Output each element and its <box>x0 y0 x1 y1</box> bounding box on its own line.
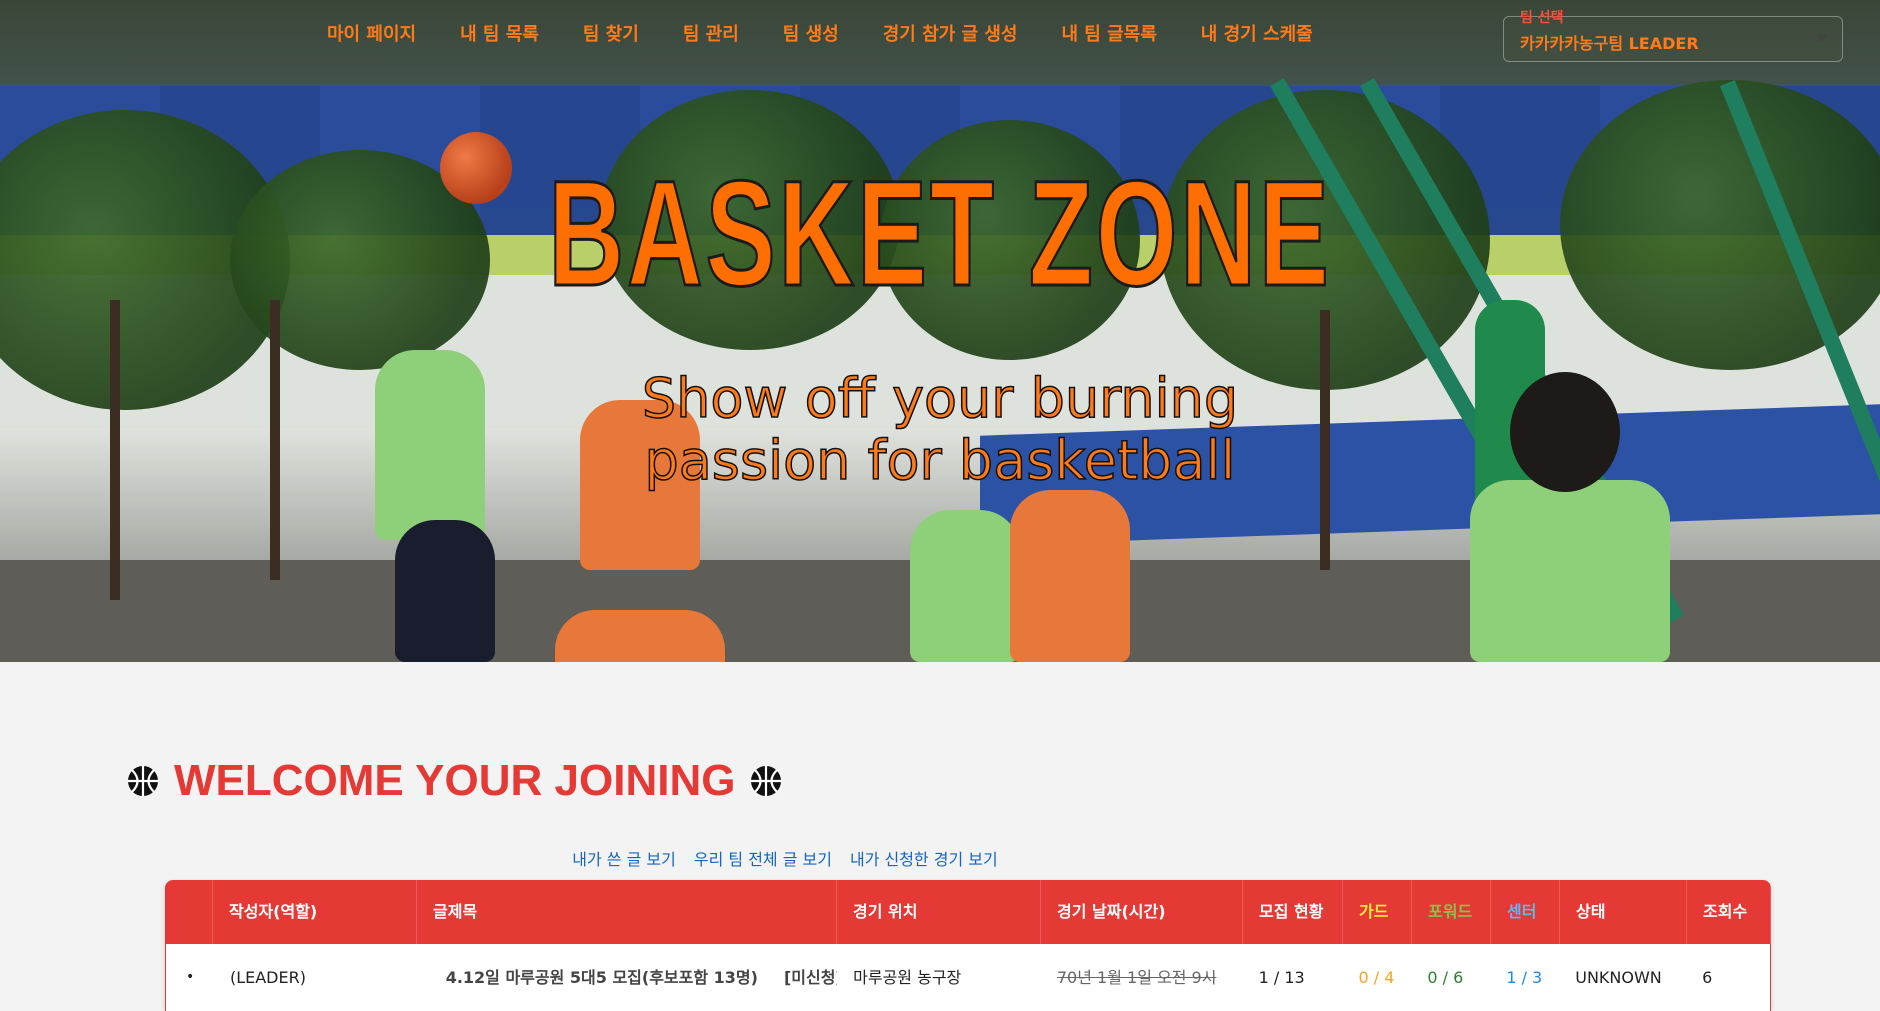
basketball-icon <box>751 766 782 796</box>
player-orange <box>555 610 725 662</box>
table-header-guard: 가드 <box>1343 880 1412 944</box>
hero-subtitle-line2: passion for basketball <box>644 429 1237 493</box>
player-green <box>910 510 1020 662</box>
row-location: 마루공원 농구장 <box>853 968 962 987</box>
nav-my-page[interactable]: 마이 페이지 <box>305 20 438 50</box>
row-title-cell[interactable]: 4.12일 마루공원 5대5 모집(후보포함 13명) [미신청] <box>418 944 837 1011</box>
player-shorts <box>395 520 495 662</box>
table-header-status: 상태 <box>1560 880 1687 944</box>
table-header-datetime: 경기 날짜(시간) <box>1041 880 1243 944</box>
welcome-heading: WELCOME YOUR JOINING <box>126 756 783 806</box>
row-author: (LEADER) <box>229 968 306 987</box>
row-title[interactable]: 4.12일 마루공원 5대5 모집(후보포함 13명) <box>446 968 758 987</box>
table-header-location: 경기 위치 <box>837 880 1041 944</box>
link-team-posts[interactable]: 우리 팀 전체 글 보기 <box>694 846 832 870</box>
nav-find-team[interactable]: 팀 찾기 <box>561 20 661 50</box>
top-navigation-bar: 마이 페이지 내 팀 목록 팀 찾기 팀 관리 팀 생성 경기 참가 글 생성 … <box>0 0 1880 86</box>
link-my-applied-matches[interactable]: 내가 신청한 경기 보기 <box>850 846 998 870</box>
row-center: 1 / 3 <box>1506 968 1543 987</box>
link-my-posts[interactable]: 내가 쓴 글 보기 <box>572 846 676 870</box>
team-select-label: 팀 선택 <box>1520 10 1564 26</box>
chevron-down-icon <box>1816 35 1828 42</box>
row-views: 6 <box>1702 968 1713 987</box>
nav-my-teams[interactable]: 내 팀 목록 <box>438 20 561 50</box>
nav-my-team-posts[interactable]: 내 팀 글목록 <box>1039 20 1178 50</box>
hero-title: BASKET ZONE <box>547 149 1332 317</box>
table-header-bullet <box>165 880 213 944</box>
table-header-title: 글제목 <box>417 880 837 944</box>
nav-my-schedule[interactable]: 내 경기 스케줄 <box>1179 20 1335 50</box>
main-nav: 마이 페이지 내 팀 목록 팀 찾기 팀 관리 팀 생성 경기 참가 글 생성 … <box>305 20 1335 50</box>
row-guard: 0 / 4 <box>1358 968 1395 987</box>
table-row[interactable]: • (LEADER) 4.12일 마루공원 5대5 모집(후보포함 13명) [미… <box>165 944 1771 1011</box>
table-header-views: 조회수 <box>1687 880 1771 944</box>
hero-subtitle: Show off your burning passion for basket… <box>0 367 1880 493</box>
table-header-author: 작성자(역할) <box>213 880 417 944</box>
player-green <box>1470 480 1670 662</box>
post-filter-links: 내가 쓴 글 보기 우리 팀 전체 글 보기 내가 신청한 경기 보기 <box>0 846 1570 870</box>
team-select-dropdown[interactable]: 팀 선택 카카카카농구팀 LEADER <box>1503 10 1843 62</box>
team-select-value: 카카카카농구팀 LEADER <box>1520 34 1699 53</box>
nav-create-team[interactable]: 팀 생성 <box>761 20 861 50</box>
row-apply-status: [미신청] <box>783 968 838 987</box>
nav-create-match-post[interactable]: 경기 참가 글 생성 <box>861 20 1040 50</box>
basketball-icon <box>128 766 158 796</box>
row-forward: 0 / 6 <box>1427 968 1464 987</box>
row-status: UNKNOWN <box>1575 968 1662 987</box>
posts-table: 작성자(역할) 글제목 경기 위치 경기 날짜(시간) 모집 현황 가드 포워드… <box>165 880 1771 1011</box>
player-orange <box>1010 490 1130 662</box>
nav-team-manage[interactable]: 팀 관리 <box>661 20 761 50</box>
welcome-title: WELCOME YOUR JOINING <box>174 756 736 805</box>
row-datetime: 70년 1월 1일 오전 9시 <box>1056 968 1217 987</box>
table-header-row: 작성자(역할) 글제목 경기 위치 경기 날짜(시간) 모집 현황 가드 포워드… <box>165 880 1771 944</box>
hero-subtitle-line1: Show off your burning <box>641 367 1239 431</box>
table-header-forward: 포워드 <box>1412 880 1491 944</box>
table-header-recruit: 모집 현황 <box>1243 880 1343 944</box>
row-recruit: 1 / 13 <box>1258 968 1305 987</box>
table-header-center: 센터 <box>1491 880 1560 944</box>
hero-banner: BASKET ZONE Show off your burning passio… <box>0 0 1880 662</box>
row-bullet: • <box>186 969 195 985</box>
